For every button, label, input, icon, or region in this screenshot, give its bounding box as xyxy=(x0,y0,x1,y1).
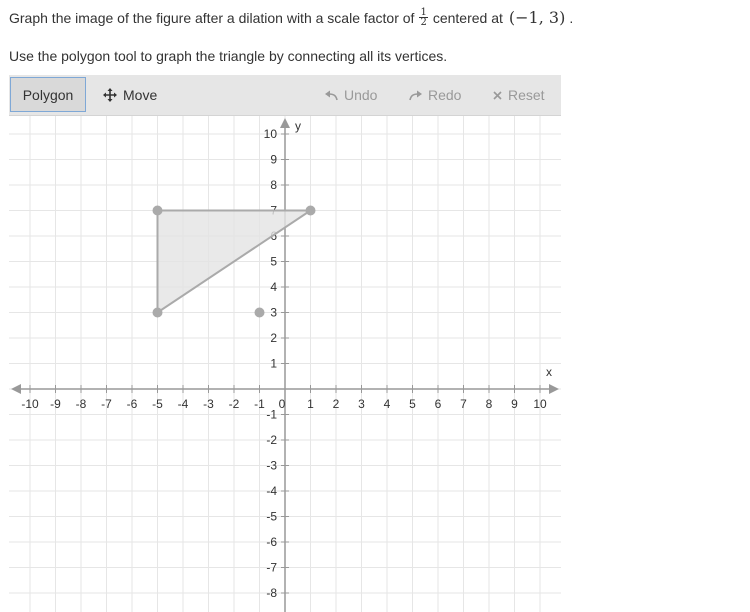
polygon-tool-button[interactable]: Polygon xyxy=(10,77,86,112)
x-tick-label: 8 xyxy=(486,397,493,411)
x-tick-label: -10 xyxy=(21,397,39,411)
undo-button-label: Undo xyxy=(344,87,378,103)
x-tick-label: 4 xyxy=(384,397,391,411)
undo-arrow-icon xyxy=(325,90,338,101)
dilation-center-point xyxy=(254,307,265,318)
x-tick-label: -3 xyxy=(203,397,214,411)
x-tick-label: 2 xyxy=(333,397,340,411)
x-tick-label: 9 xyxy=(511,397,518,411)
redo-button[interactable]: Redo xyxy=(409,75,461,115)
x-axis-right-arrow xyxy=(549,384,559,394)
redo-button-label: Redo xyxy=(428,87,462,103)
y-tick-label: -3 xyxy=(266,459,277,473)
center-point-text: (−1, 3) xyxy=(508,8,566,27)
redo-arrow-icon xyxy=(409,90,422,101)
y-tick-label: -1 xyxy=(266,408,277,422)
x-tick-label: -5 xyxy=(152,397,163,411)
x-axis-left-arrow xyxy=(11,384,21,394)
reset-button-label: Reset xyxy=(508,87,545,103)
y-tick-label: 10 xyxy=(264,127,278,141)
triangle-vertex-point xyxy=(305,205,316,216)
y-tick-label: -2 xyxy=(266,433,277,447)
y-axis-top-arrow xyxy=(280,118,290,128)
graph-svg[interactable]: xy-10 -9 -8 -7 -6 -5 -4 -3 -2 -1 0 1 2 3 4 5 6 7 8 9 10-8-7-… xyxy=(9,116,561,612)
move-arrows-icon xyxy=(103,88,117,102)
scale-factor-fraction: 1 2 xyxy=(419,8,428,28)
coordinate-plane[interactable]: x y -10 -9 -8 -7 -6 -5 -4 -3 -2 -1 0 1 2 3 4 5 6 7 8 9 10 -8 -7-… xyxy=(9,116,561,612)
y-tick-label: 9 xyxy=(270,153,277,167)
y-tick-label: -8 xyxy=(266,586,277,600)
instruction-line-2: Use the polygon tool to graph the triang… xyxy=(9,48,448,64)
x-icon xyxy=(493,90,502,100)
y-axis-label: y xyxy=(295,119,301,133)
x-tick-label: 6 xyxy=(435,397,442,411)
y-tick-label: 1 xyxy=(270,357,277,371)
x-tick-label: 3 xyxy=(358,397,365,411)
y-tick-label: -6 xyxy=(266,535,277,549)
undo-button[interactable]: Undo xyxy=(325,75,377,115)
x-tick-label: 0 xyxy=(279,397,286,411)
y-tick-label: 5 xyxy=(270,255,277,269)
x-tick-label: 5 xyxy=(409,397,416,411)
x-tick-label: -6 xyxy=(127,397,138,411)
y-tick-label: -7 xyxy=(266,561,277,575)
instruction-text: Graph the image of the figure after a di… xyxy=(9,9,415,26)
instruction-period: . xyxy=(569,9,574,26)
x-tick-label: -4 xyxy=(178,397,189,411)
x-tick-label: -1 xyxy=(254,397,265,411)
x-tick-label: -8 xyxy=(76,397,87,411)
x-tick-label: -9 xyxy=(50,397,61,411)
triangle-vertex-point xyxy=(152,205,163,216)
y-tick-label: 2 xyxy=(270,331,277,345)
move-tool-button[interactable]: Move xyxy=(103,75,157,115)
graph-toolbar: Polygon Move Undo Redo Reset xyxy=(9,75,561,116)
y-tick-label: -5 xyxy=(266,510,277,524)
x-axis-label: x xyxy=(546,365,552,379)
instruction-text-middle: centered at xyxy=(432,9,503,26)
triangle-vertex-point xyxy=(152,307,163,318)
y-tick-label: 8 xyxy=(270,178,277,192)
x-tick-label: 10 xyxy=(533,397,547,411)
y-tick-label: 3 xyxy=(270,306,277,320)
move-button-label: Move xyxy=(123,87,158,103)
x-tick-label: 1 xyxy=(307,397,314,411)
y-tick-label: -4 xyxy=(266,484,277,498)
polygon-button-label: Polygon xyxy=(22,86,74,103)
instruction-line-1: Graph the image of the figure after a di… xyxy=(9,8,574,28)
reset-button[interactable]: Reset xyxy=(493,75,545,115)
y-tick-label: 4 xyxy=(270,280,277,294)
x-tick-label: 7 xyxy=(460,397,467,411)
fraction-denominator: 2 xyxy=(420,17,427,28)
x-tick-label: -2 xyxy=(229,397,240,411)
x-tick-label: -7 xyxy=(101,397,112,411)
